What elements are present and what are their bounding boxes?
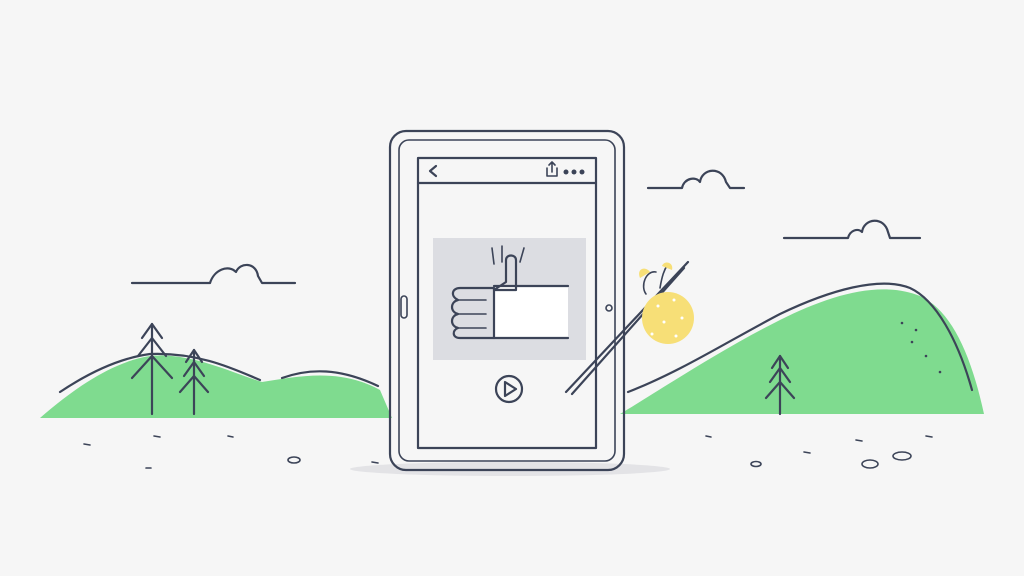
screen-top-bar [416, 161, 598, 185]
cloud-middle-icon [646, 169, 746, 190]
play-button-icon[interactable] [494, 374, 524, 404]
back-chevron-icon[interactable] [428, 164, 438, 178]
cloud-right-icon [782, 219, 922, 240]
camera-icon [605, 304, 613, 312]
illustration-scene [40, 129, 984, 476]
share-icon[interactable] [546, 161, 558, 177]
left-hill [40, 352, 392, 418]
video-thumbnail[interactable] [433, 238, 586, 360]
cloud-left-icon [130, 263, 297, 285]
home-button[interactable] [400, 295, 408, 319]
more-dots-icon[interactable] [563, 169, 585, 175]
